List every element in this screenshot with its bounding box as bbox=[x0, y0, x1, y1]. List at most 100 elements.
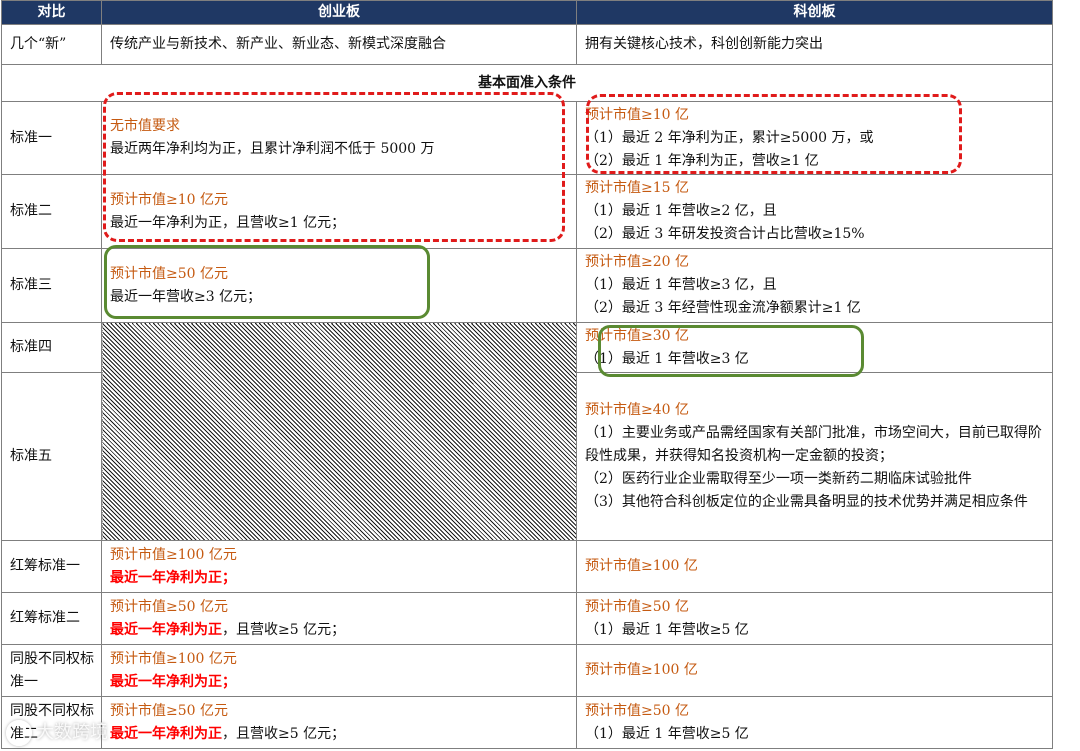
market-cap-requirement: 预计市值≥50 亿 bbox=[585, 702, 689, 719]
table-row: 标准一 无市值要求 最近两年净利均为正，且累计净利润不低于 5000 万 预计市值… bbox=[1, 101, 1053, 175]
cell-line: 预计市值≥50 亿元 bbox=[110, 263, 576, 286]
cell-line: （1）最近 1 年营收≥3 亿，且 bbox=[585, 274, 1052, 297]
header-chinext: 创业板 bbox=[101, 0, 577, 25]
header-star-market: 科创板 bbox=[576, 0, 1053, 25]
condition-text: 最近两年净利均为正，且累计净利润不低于 5000 万 bbox=[110, 141, 435, 157]
cell-line: 最近一年净利为正，且营收≥1 亿元； bbox=[110, 212, 576, 235]
cell-line: 预计市值≥50 亿 bbox=[585, 596, 1052, 619]
condition-text: 最近一年净利为正； bbox=[110, 673, 236, 690]
row-label: 标准二 bbox=[1, 174, 102, 249]
section-row: 基本面准入条件 bbox=[1, 64, 1053, 102]
condition-text: （1）主要业务或产品需经国家有关部门批准，市场空间大，目前已取得阶段性成果，并获… bbox=[585, 425, 1042, 464]
cell-line: 预计市值≥10 亿 bbox=[585, 104, 1052, 127]
condition-text: 最近一年净利为正 bbox=[110, 621, 222, 638]
cell-line: （1）最近 2 年净利为正，累计≥5000 万，或 bbox=[585, 127, 1052, 150]
cell-chinext: 预计市值≥50 亿元 最近一年净利为正，且营收≥5 亿元； bbox=[101, 592, 577, 645]
cell-star-market: 预计市值≥15 亿 （1）最近 1 年营收≥2 亿，且 （2）最近 3 年研发投资合… bbox=[576, 174, 1053, 249]
row-label: 同股不同权标准二 bbox=[1, 696, 102, 749]
market-cap-requirement: 预计市值≥50 亿元 bbox=[110, 598, 228, 615]
market-cap-requirement: 预计市值≥10 亿元 bbox=[110, 191, 228, 208]
cell-line: 最近一年净利为正； bbox=[110, 671, 576, 694]
cell-line: 预计市值≥100 亿元 bbox=[110, 544, 576, 567]
cell-line: （1）最近 1 年营收≥3 亿 bbox=[585, 348, 1052, 371]
market-cap-requirement: 预计市值≥100 亿 bbox=[585, 558, 698, 574]
table-row: 红筹标准一 预计市值≥100 亿元 最近一年净利为正； 预计市值≥100 亿 bbox=[1, 540, 1053, 593]
cell-line: （2）最近 3 年研发投资合计占比营收≥15% bbox=[585, 223, 1052, 246]
cell-line: （1）最近 1 年营收≥5 亿 bbox=[585, 723, 1052, 746]
market-cap-requirement: 预计市值≥40 亿 bbox=[585, 402, 689, 418]
cell-line: （2）最近 3 年经营性现金流净额累计≥1 亿 bbox=[585, 297, 1052, 320]
intro-row: 几个“新” 传统产业与新技术、新产业、新业态、新模式深度融合 拥有关键核心技术，… bbox=[1, 24, 1053, 65]
cell-line: 最近一年营收≥3 亿元； bbox=[110, 286, 576, 309]
cell-line: （1）最近 1 年营收≥5 亿 bbox=[585, 619, 1052, 642]
cell-line: 最近一年净利为正，且营收≥5 亿元； bbox=[110, 723, 576, 746]
market-cap-requirement: 无市值要求 bbox=[110, 118, 180, 134]
not-applicable-hatch bbox=[101, 322, 577, 541]
table-row: 红筹标准二 预计市值≥50 亿元 最近一年净利为正，且营收≥5 亿元； 预计市值≥… bbox=[1, 592, 1053, 645]
table-row: 标准三 预计市值≥50 亿元 最近一年营收≥3 亿元； 预计市值≥20 亿 （1）最… bbox=[1, 248, 1053, 323]
cell-line: 预计市值≥15 亿 bbox=[585, 177, 1052, 200]
condition-suffix: ，且营收≥5 亿元； bbox=[222, 621, 346, 638]
header-compare: 对比 bbox=[1, 0, 102, 25]
cell-line: 预计市值≥50 亿元 bbox=[110, 596, 576, 619]
cell-star-market: 预计市值≥100 亿 bbox=[576, 644, 1053, 697]
condition-text: （2）最近 3 年研发投资合计占比营收≥15% bbox=[585, 226, 865, 242]
market-cap-requirement: 预计市值≥100 亿元 bbox=[110, 546, 237, 563]
cell-line: （2）医药行业企业需取得至少一项一类新药二期临床试验批件 bbox=[585, 468, 1052, 491]
row-label: 红筹标准二 bbox=[1, 592, 102, 645]
intro-star-market: 拥有关键核心技术，科创创新能力突出 bbox=[576, 24, 1053, 65]
condition-text: （1）最近 2 年净利为正，累计≥5000 万，或 bbox=[585, 129, 874, 146]
cell-chinext: 预计市值≥10 亿元最近一年净利为正，且营收≥1 亿元； bbox=[101, 174, 577, 249]
condition-text: （2）最近 3 年经营性现金流净额累计≥1 亿 bbox=[585, 300, 861, 316]
cell-star-market: 预计市值≥50 亿 （1）最近 1 年营收≥5 亿 bbox=[576, 696, 1053, 749]
cell-chinext: 预计市值≥100 亿元 最近一年净利为正； bbox=[101, 540, 577, 593]
condition-text: （1）最近 1 年营收≥3 亿 bbox=[585, 350, 749, 367]
condition-text: （2）最近 1 年净利为正，营收≥1 亿 bbox=[585, 152, 819, 169]
cell-line: （3）其他符合科创板定位的企业需具备明显的技术优势并满足相应条件 bbox=[585, 491, 1052, 514]
condition-text: 最近一年净利为正； bbox=[110, 569, 236, 586]
section-title: 基本面准入条件 bbox=[1, 64, 1053, 102]
header-row: 对比 创业板 科创板 bbox=[1, 0, 1053, 25]
condition-text: （1）最近 1 年营收≥5 亿 bbox=[585, 621, 749, 638]
market-cap-requirement: 预计市值≥30 亿 bbox=[585, 327, 689, 344]
table-row: 同股不同权标准一 预计市值≥100 亿元 最近一年净利为正； 预计市值≥100 亿 bbox=[1, 644, 1053, 697]
cell-chinext: 预计市值≥50 亿元 最近一年营收≥3 亿元； bbox=[101, 248, 577, 323]
comparison-table: 对比 创业板 科创板 几个“新” 传统产业与新技术、新产业、新业态、新模式深度融… bbox=[1, 0, 1053, 749]
cell-line: 预计市值≥20 亿 bbox=[585, 251, 1052, 274]
condition-text: 最近一年净利为正，且营收≥1 亿元； bbox=[110, 214, 346, 231]
intro-chinext: 传统产业与新技术、新产业、新业态、新模式深度融合 bbox=[101, 24, 577, 65]
table-row: 同股不同权标准二 预计市值≥50 亿元 最近一年净利为正，且营收≥5 亿元； 预计… bbox=[1, 696, 1053, 749]
cell-star-market: 预计市值≥30 亿 （1）最近 1 年营收≥3 亿 bbox=[576, 322, 1053, 373]
cell-line: 最近两年净利均为正，且累计净利润不低于 5000 万 bbox=[110, 138, 576, 161]
condition-suffix: ，且营收≥5 亿元； bbox=[222, 725, 346, 742]
condition-text: 最近一年净利为正 bbox=[110, 725, 222, 742]
condition-text: （2）医药行业企业需取得至少一项一类新药二期临床试验批件 bbox=[585, 471, 972, 487]
cell-star-market: 预计市值≥10 亿 （1）最近 2 年净利为正，累计≥5000 万，或 （2）最近 … bbox=[576, 101, 1053, 175]
cell-chinext: 预计市值≥50 亿元 最近一年净利为正，且营收≥5 亿元； bbox=[101, 696, 577, 749]
cell-line: 预计市值≥30 亿 bbox=[585, 325, 1052, 348]
condition-text: （1）最近 1 年营收≥5 亿 bbox=[585, 725, 749, 742]
row-label: 标准五 bbox=[1, 372, 102, 541]
market-cap-requirement: 预计市值≥50 亿 bbox=[585, 598, 689, 615]
cell-star-market: 预计市值≥20 亿 （1）最近 1 年营收≥3 亿，且 （2）最近 3 年经营性现金… bbox=[576, 248, 1053, 323]
market-cap-requirement: 预计市值≥100 亿元 bbox=[110, 650, 237, 667]
row-label: 同股不同权标准一 bbox=[1, 644, 102, 697]
cell-line: 预计市值≥40 亿 bbox=[585, 399, 1052, 422]
cell-line: 预计市值≥100 亿 bbox=[585, 555, 1052, 578]
cell-line: （1）最近 1 年营收≥2 亿，且 bbox=[585, 200, 1052, 223]
table-row: 标准四 预计市值≥30 亿 （1）最近 1 年营收≥3 亿 bbox=[1, 322, 1053, 541]
cell-line: （1）主要业务或产品需经国家有关部门批准，市场空间大，目前已取得阶段性成果，并获… bbox=[585, 422, 1052, 468]
cell-line: （2）最近 1 年净利为正，营收≥1 亿 bbox=[585, 150, 1052, 173]
market-cap-requirement: 预计市值≥10 亿 bbox=[585, 106, 689, 123]
cell-star-market: 预计市值≥40 亿 （1）主要业务或产品需经国家有关部门批准，市场空间大，目前已取… bbox=[576, 372, 1053, 541]
market-cap-requirement: 预计市值≥20 亿 bbox=[585, 254, 689, 270]
table-row: 标准二 预计市值≥10 亿元最近一年净利为正，且营收≥1 亿元； 预计市值≥15… bbox=[1, 174, 1053, 249]
cell-star-market: 预计市值≥50 亿 （1）最近 1 年营收≥5 亿 bbox=[576, 592, 1053, 645]
market-cap-requirement: 预计市值≥15 亿 bbox=[585, 180, 689, 196]
cell-star-market: 预计市值≥100 亿 bbox=[576, 540, 1053, 593]
cell-line: 预计市值≥100 亿元 bbox=[110, 648, 576, 671]
cell-line: 预计市值≥50 亿元 bbox=[110, 700, 576, 723]
row-label: 标准四 bbox=[1, 322, 102, 373]
cell-line: 最近一年净利为正，且营收≥5 亿元； bbox=[110, 619, 576, 642]
condition-text: （1）最近 1 年营收≥2 亿，且 bbox=[585, 203, 777, 219]
